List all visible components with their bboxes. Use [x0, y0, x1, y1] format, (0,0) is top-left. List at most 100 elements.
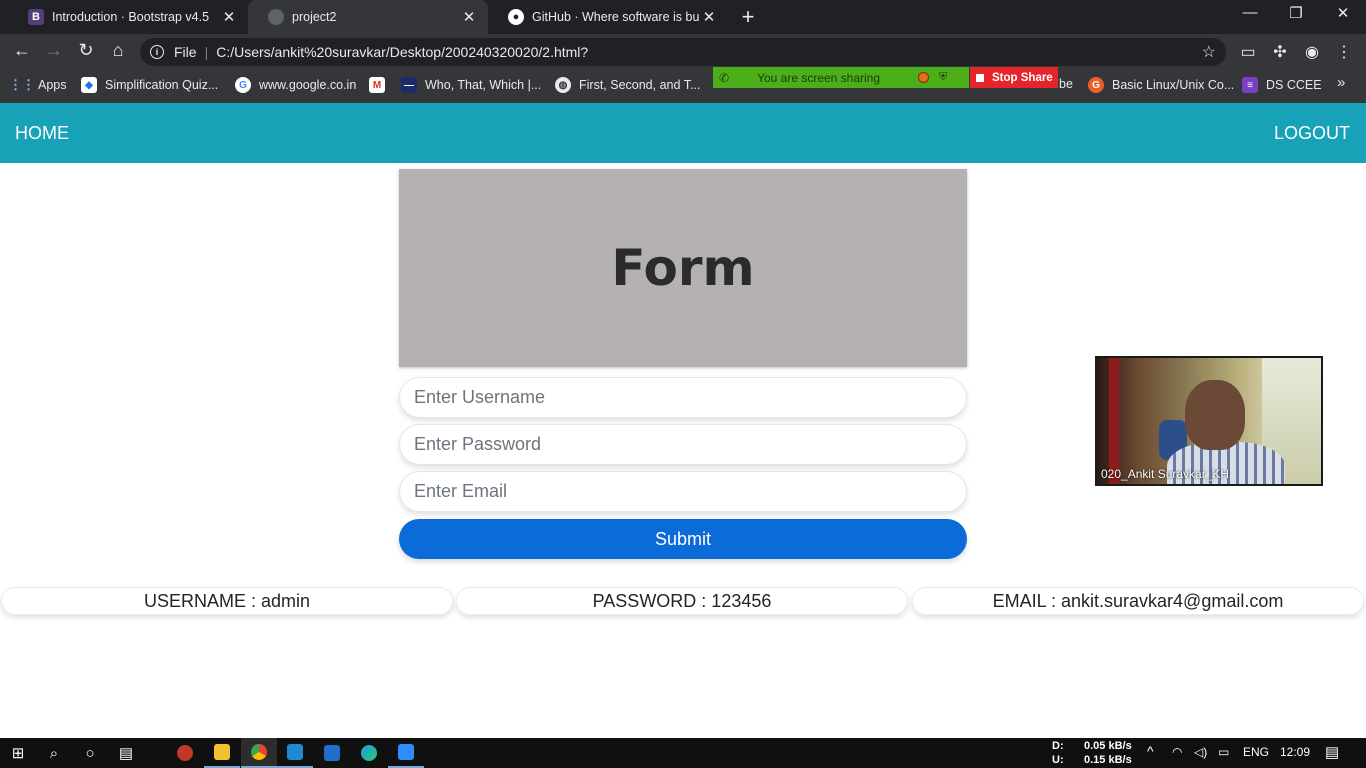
task-view-icon[interactable]: ▤ — [108, 738, 144, 768]
participant-name: 020_Ankit Suravkar_KH — [1101, 467, 1230, 481]
bookmark-label: be — [1059, 77, 1073, 91]
url-scheme: File — [174, 44, 197, 60]
bookmark-google[interactable]: G www.google.co.in — [235, 77, 356, 93]
bookmark-gmail[interactable]: M — [369, 77, 393, 93]
star-icon[interactable]: ☆ — [1202, 42, 1216, 62]
username-result: USERNAME : admin — [1, 587, 453, 615]
tab-title: project2 — [292, 10, 337, 24]
close-icon[interactable]: ✕ — [700, 8, 718, 26]
reload-button[interactable]: ↻ — [74, 40, 98, 61]
record-icon — [918, 72, 930, 83]
browser-tab-strip: B Introduction · Bootstrap v4.5 ✕ projec… — [0, 0, 1366, 34]
tab-project2[interactable]: project2 ✕ — [248, 0, 488, 34]
address-bar[interactable]: i File | C:/Users/ankit%20suravkar/Deskt… — [140, 38, 1226, 66]
extensions-icon[interactable]: ✣ — [1269, 42, 1291, 62]
email-result: EMAIL : ankit.suravkar4@gmail.com — [912, 587, 1364, 615]
volume-icon[interactable]: ◁) — [1194, 745, 1207, 759]
username-input[interactable] — [399, 377, 967, 418]
browser-toolbar: ← → ↻ ⌂ i File | C:/Users/ankit%20suravk… — [0, 34, 1366, 70]
stop-icon — [976, 73, 984, 82]
upload-label: U: — [1052, 754, 1064, 766]
email-input[interactable] — [399, 471, 967, 512]
chevron-up-icon[interactable]: ^ — [1147, 743, 1154, 759]
stop-share-label: Stop Share — [992, 71, 1053, 84]
forward-button[interactable]: → — [42, 40, 66, 61]
bookmark-label: www.google.co.in — [259, 78, 357, 92]
site-navbar: HOME LOGOUT — [0, 103, 1366, 163]
nav-home-link[interactable]: HOME — [15, 123, 69, 144]
vscode-icon[interactable] — [277, 738, 313, 768]
bookmark-site-icon: — — [401, 77, 417, 93]
menu-icon[interactable]: ⋮ — [1333, 42, 1355, 62]
more-bookmarks-button[interactable]: » — [1337, 74, 1345, 91]
bookmark-who-that-which[interactable]: — Who, That, Which |... — [401, 77, 541, 93]
google-icon: G — [235, 77, 251, 93]
url-text[interactable]: C:/Users/ankit%20suravkar/Desktop/200240… — [216, 44, 588, 60]
bookmark-youtube[interactable]: be — [1059, 77, 1073, 91]
password-result: PASSWORD : 123456 — [456, 587, 908, 615]
bookmark-simplification-quiz[interactable]: ◆ Simplification Quiz... — [81, 77, 218, 93]
windows-taskbar: ⊞ ⌕ ○ ▤ D: 0.05 kB/s U: 0.15 kB/s ^ ◠ ◁) ▭… — [0, 738, 1366, 768]
chrome-icon[interactable] — [241, 738, 277, 768]
bookmark-site-icon: G — [1088, 77, 1104, 93]
download-label: D: — [1052, 740, 1064, 752]
mail-icon[interactable] — [314, 738, 350, 768]
notifications-icon[interactable]: ▤ — [1325, 743, 1339, 761]
bootstrap-icon: B — [28, 9, 44, 25]
apps-grid-icon: ⋮⋮ — [9, 77, 35, 92]
paint-app-icon[interactable] — [167, 738, 203, 768]
tab-bootstrap[interactable]: B Introduction · Bootstrap v4.5 ✕ — [8, 0, 248, 34]
bookmarks-bar: ⋮⋮ Apps ◆ Simplification Quiz... G www.g… — [0, 70, 1366, 103]
globe-icon — [268, 9, 284, 25]
gmail-icon: M — [369, 77, 385, 93]
screen-sharing-banner[interactable]: ✆ You are screen sharing ⛨ — [713, 67, 969, 88]
new-tab-button[interactable]: + — [737, 4, 759, 30]
restore-button[interactable]: ❐ — [1273, 4, 1319, 22]
clock[interactable]: 12:09 — [1280, 745, 1310, 759]
upload-speed: 0.15 kB/s — [1084, 754, 1132, 766]
screenshot-extension-icon[interactable]: ▭ — [1237, 42, 1259, 62]
edge-icon[interactable] — [351, 738, 387, 768]
bookmark-label: Apps — [38, 78, 67, 92]
form-title: Form — [611, 239, 755, 297]
bookmark-label: Simplification Quiz... — [105, 78, 219, 92]
search-icon[interactable]: ⌕ — [36, 738, 72, 768]
close-window-button[interactable]: ✕ — [1320, 4, 1366, 22]
close-icon[interactable]: ✕ — [220, 8, 238, 26]
bookmark-label: Basic Linux/Unix Co... — [1112, 78, 1235, 92]
windows-start-icon[interactable]: ⊞ — [0, 738, 36, 768]
list-icon: ≡ — [1242, 77, 1258, 93]
minimize-button[interactable]: — — [1227, 4, 1273, 21]
stop-share-button[interactable]: Stop Share — [970, 67, 1058, 88]
phone-icon: ✆ — [719, 70, 730, 85]
participant-video-tile[interactable]: 020_Ankit Suravkar_KH — [1095, 356, 1323, 486]
bookmark-first-second[interactable]: ◍ First, Second, and T... — [555, 77, 700, 93]
battery-icon[interactable]: ▭ — [1218, 745, 1229, 759]
download-speed: 0.05 kB/s — [1084, 740, 1132, 752]
language-indicator[interactable]: ENG — [1243, 745, 1269, 759]
shield-icon: ⛨ — [939, 71, 948, 83]
profile-icon[interactable]: ◉ — [1301, 42, 1323, 62]
bookmark-apps[interactable]: ⋮⋮ Apps — [9, 77, 67, 93]
tab-title: Introduction · Bootstrap v4.5 — [52, 10, 210, 24]
network-speed-meter: D: 0.05 kB/s U: 0.15 kB/s — [1052, 739, 1132, 767]
screen-sharing-text: You are screen sharing — [757, 70, 881, 85]
zoom-icon[interactable] — [388, 738, 424, 768]
wifi-icon[interactable]: ◠ — [1172, 745, 1182, 759]
bookmark-label: Who, That, Which |... — [425, 78, 542, 92]
file-explorer-icon[interactable] — [204, 738, 240, 768]
tab-title: GitHub · Where software is built — [532, 10, 700, 24]
back-button[interactable]: ← — [10, 40, 34, 61]
close-icon[interactable]: ✕ — [460, 8, 478, 26]
cortana-icon[interactable]: ○ — [72, 738, 108, 768]
tab-github[interactable]: ● GitHub · Where software is built ✕ — [488, 0, 728, 34]
bookmark-label: First, Second, and T... — [579, 78, 701, 92]
info-icon[interactable]: i — [150, 45, 164, 59]
home-icon[interactable]: ⌂ — [106, 40, 130, 61]
nav-logout-link[interactable]: LOGOUT — [1274, 123, 1350, 144]
bookmark-site-icon: ◆ — [81, 77, 97, 93]
bookmark-ds-ccee[interactable]: ≡ DS CCEE — [1242, 77, 1322, 93]
bookmark-basic-linux[interactable]: G Basic Linux/Unix Co... — [1088, 77, 1234, 93]
password-input[interactable] — [399, 424, 967, 465]
submit-button[interactable]: Submit — [399, 519, 967, 559]
